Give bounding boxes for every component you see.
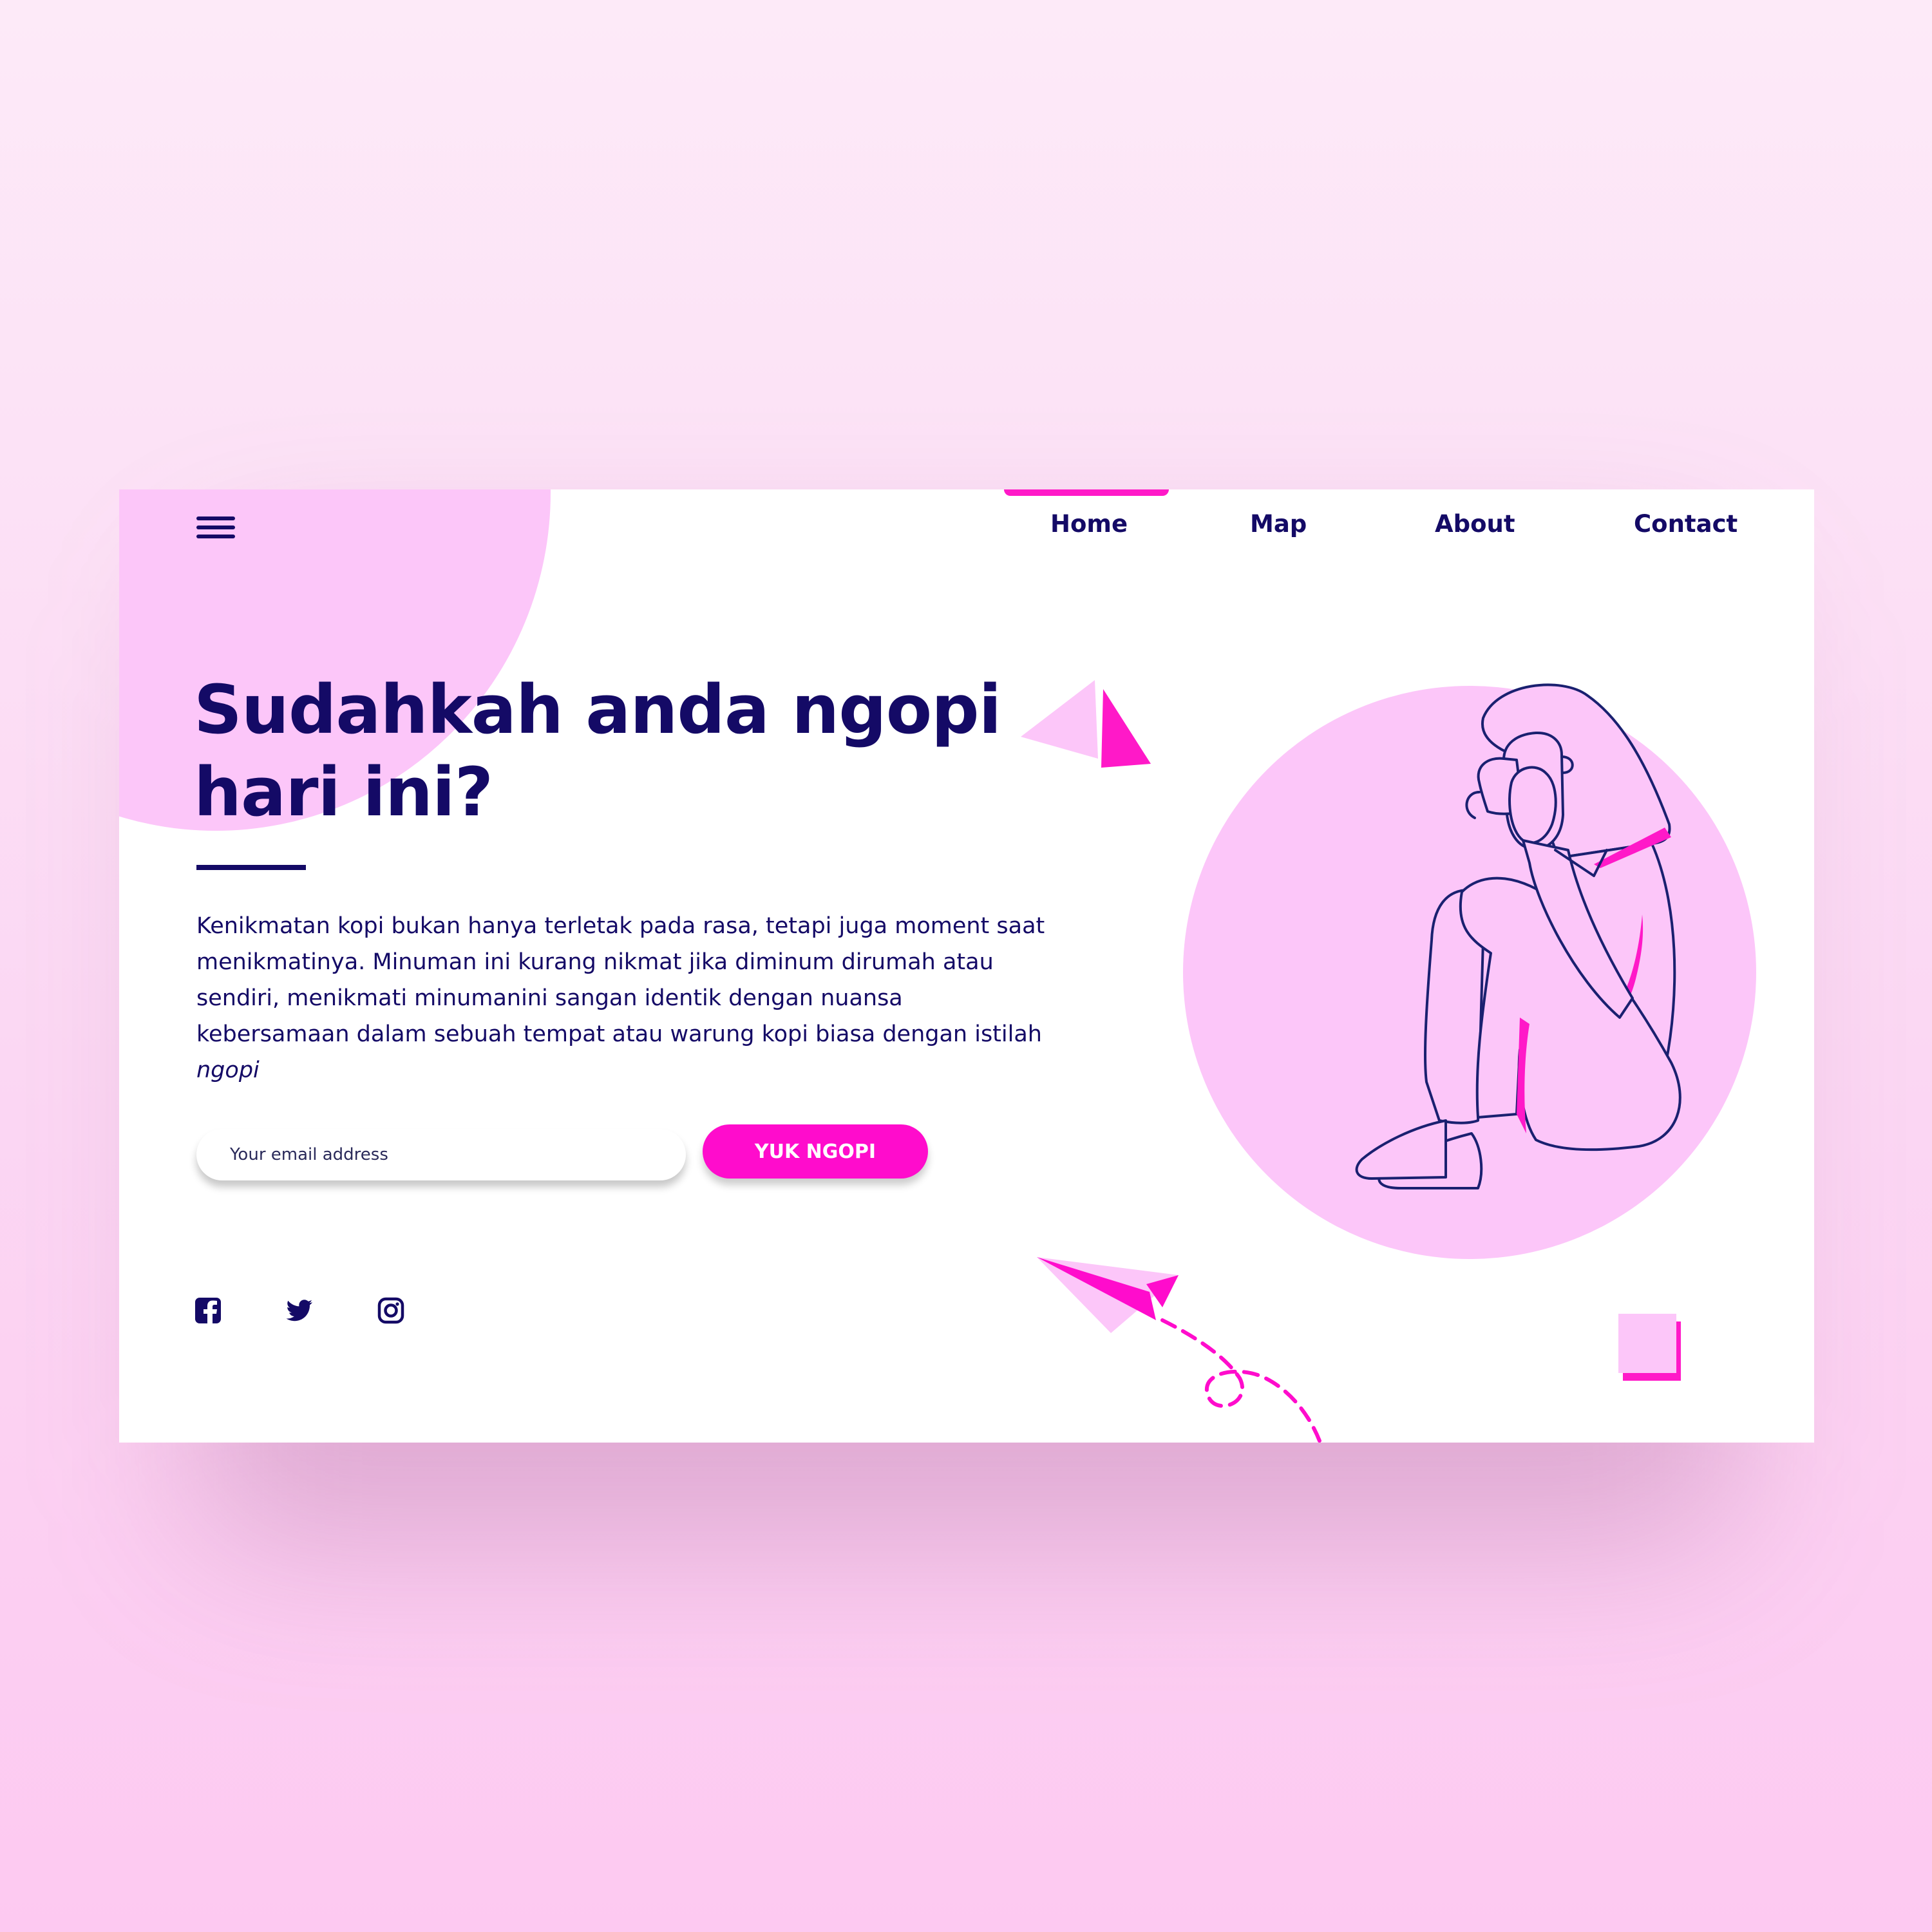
description-text: Kenikmatan kopi bukan hanya terletak pad… xyxy=(196,913,1045,1047)
nav-home[interactable]: Home xyxy=(1050,510,1128,538)
plane-wing-light xyxy=(1037,1257,1179,1333)
person-illustration xyxy=(1355,683,1681,1189)
hamburger-menu-icon[interactable] xyxy=(196,516,235,545)
hero-description: Kenikmatan kopi bukan hanya terletak pad… xyxy=(196,908,1059,1088)
mug xyxy=(1477,757,1524,815)
plane-trail xyxy=(1160,1318,1322,1443)
square-shadow xyxy=(1623,1321,1681,1381)
plane-wing-dark xyxy=(1037,1257,1156,1320)
right-foot xyxy=(1355,1119,1447,1180)
description-italic: ngopi xyxy=(196,1057,260,1083)
leg-shade xyxy=(1517,1018,1530,1133)
hair xyxy=(1481,683,1671,859)
back-leg xyxy=(1424,888,1484,1124)
front-leg xyxy=(1459,876,1681,1151)
triangle-shadow xyxy=(1101,689,1151,768)
left-foot xyxy=(1378,1132,1483,1189)
nav-about[interactable]: About xyxy=(1435,510,1515,538)
torso xyxy=(1522,842,1676,1141)
twitter-icon[interactable] xyxy=(285,1296,314,1325)
mug-handle xyxy=(1465,791,1481,819)
arm xyxy=(1522,839,1634,1019)
square-deco xyxy=(1618,1314,1676,1373)
headline-line-1: Sudahkah anda ngopi xyxy=(194,670,1001,749)
active-nav-indicator xyxy=(1004,489,1169,496)
top-navigation: Home Map About Contact xyxy=(119,489,1814,567)
email-input[interactable] xyxy=(196,1129,686,1180)
facebook-icon[interactable] xyxy=(194,1296,222,1325)
face xyxy=(1502,731,1564,851)
hero-circle xyxy=(1183,686,1756,1259)
hero-headline: Sudahkah anda ngopi hari ini? xyxy=(194,668,1095,833)
landing-card: Home Map About Contact Sudahkah anda ngo… xyxy=(119,489,1814,1443)
hands xyxy=(1508,766,1557,844)
plane-fold xyxy=(1146,1275,1179,1307)
torso-shade xyxy=(1597,914,1643,1024)
headline-underline xyxy=(196,865,306,870)
yuk-ngopi-button[interactable]: YUK NGOPI xyxy=(703,1124,928,1179)
nav-contact[interactable]: Contact xyxy=(1634,510,1738,538)
ear xyxy=(1560,755,1574,774)
instagram-icon[interactable] xyxy=(377,1296,405,1325)
collar-shade xyxy=(1594,828,1671,868)
headline-line-2: hari ini? xyxy=(194,753,493,831)
nav-map[interactable]: Map xyxy=(1250,510,1307,538)
collar xyxy=(1554,849,1608,877)
paper-plane xyxy=(1037,1257,1179,1333)
